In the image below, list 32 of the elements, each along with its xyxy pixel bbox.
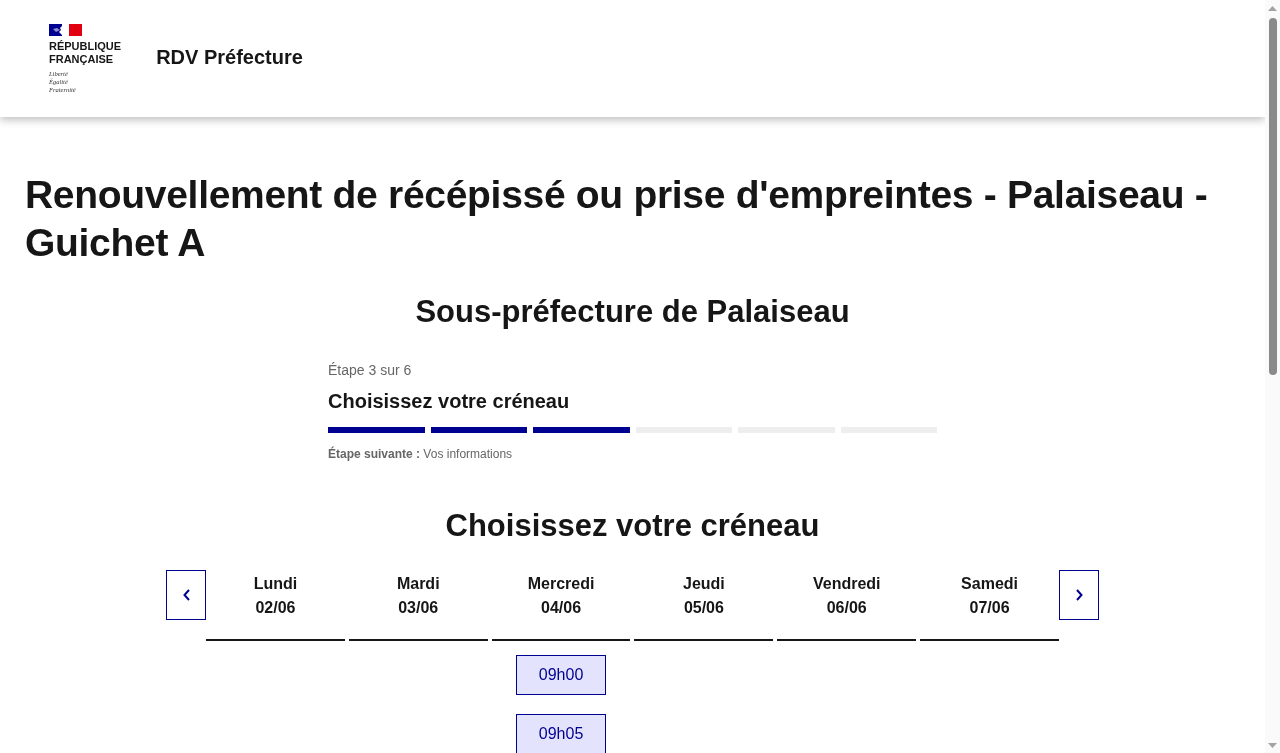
scroll-up-icon[interactable]: [1268, 6, 1277, 11]
day-name: Mercredi: [527, 574, 595, 594]
day-name: Mardi: [396, 574, 440, 594]
day-date: 02/06: [255, 598, 296, 618]
chevron-right-icon: [1075, 589, 1083, 601]
day-name: Lundi: [253, 574, 298, 594]
logo-text: FRANÇAISE: [49, 53, 115, 66]
day-date: 03/06: [398, 598, 439, 618]
scrollbar-thumb[interactable]: [1268, 18, 1277, 375]
previous-week-button[interactable]: [166, 570, 206, 620]
service-name[interactable]: RDV Préfecture: [156, 46, 303, 69]
step-title: Choisissez votre créneau: [328, 389, 571, 414]
day-date: 04/06: [541, 598, 582, 618]
scroll-down-icon[interactable]: [1268, 743, 1277, 748]
day-date: 07/06: [969, 598, 1010, 618]
next-week-button[interactable]: [1059, 570, 1099, 620]
day-name: Samedi: [961, 574, 1019, 594]
time-slot-button[interactable]: 09h00: [516, 655, 607, 695]
calendar-heading: Choisissez votre créneau: [444, 507, 821, 545]
chevron-left-icon: [182, 589, 190, 601]
time-slot-button[interactable]: 09h05: [516, 714, 607, 753]
scrollbar[interactable]: [1265, 0, 1280, 753]
step-counter: Étape 3 sur 6: [328, 361, 413, 380]
day-name: Jeudi: [683, 574, 725, 594]
day-date: 06/06: [826, 598, 867, 618]
day-date: 05/06: [683, 598, 724, 618]
page-title: Renouvellement de récépissé ou prise d'empreintes - Palaiseau - Guichet A: [25, 172, 1209, 266]
next-step-text: Étape suivante : Vos informations: [328, 446, 514, 462]
day-name: Vendredi: [812, 574, 881, 594]
flag-icon: [49, 24, 82, 36]
section-title: Sous-préfecture de Palaiseau: [414, 293, 851, 331]
logo-text: RÉPUBLIQUE: [49, 40, 122, 53]
